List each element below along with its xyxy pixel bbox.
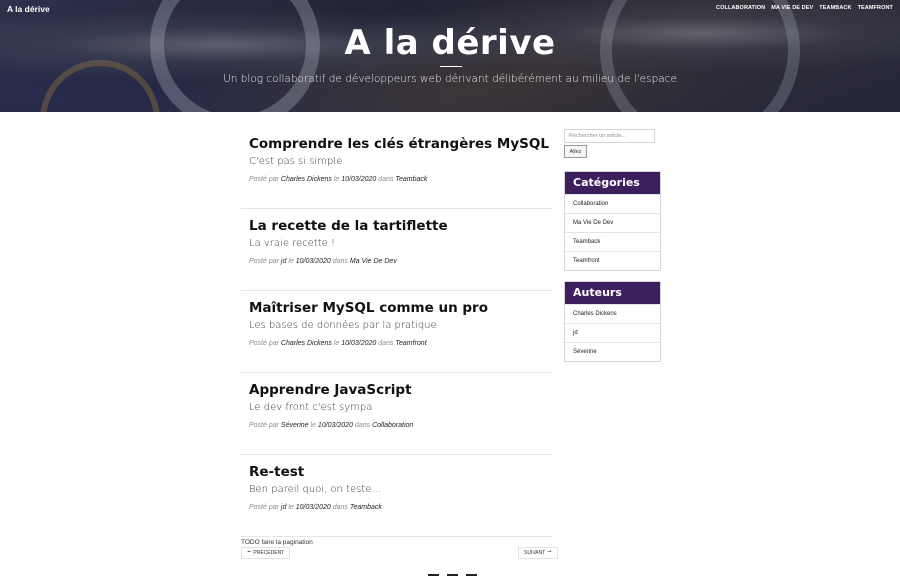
meta-label: le — [288, 258, 294, 265]
post-list: Comprendre les clés étrangères MySQL C'e… — [241, 127, 553, 537]
post-preview: Re-test Ben pareil quoi, on teste... Pos… — [241, 455, 553, 537]
nav-item-ma-vie-de-dev[interactable]: MA VIE DE DEV — [771, 5, 813, 11]
meta-label: Posté par — [249, 504, 279, 511]
post-preview: Comprendre les clés étrangères MySQL C'e… — [241, 127, 553, 209]
title-divider — [440, 66, 462, 67]
search-submit-button[interactable]: Allez — [564, 145, 587, 158]
meta-label: Posté par — [249, 422, 279, 429]
post-category-link[interactable]: Teamback — [350, 504, 382, 511]
post-author-link[interactable]: Charles Dickens — [281, 340, 332, 347]
category-item-teamback[interactable]: Teamback — [565, 232, 660, 251]
post-date: 10/03/2020 — [295, 258, 331, 265]
post-title-link[interactable]: La recette de la tartiflette — [249, 218, 448, 234]
previous-page-button[interactable]: 🠔 Précédent — [241, 547, 291, 559]
site-title: A la dérive — [344, 23, 556, 63]
post-preview: Maîtriser MySQL comme un pro Les bases d… — [241, 291, 553, 373]
categories-heading: Catégories — [565, 172, 660, 194]
post-subtitle[interactable]: Les bases de données par la pratique — [249, 320, 437, 331]
authors-widget: Auteurs Charles Dickens jd Séverine — [564, 281, 661, 362]
post-date: 10/03/2020 — [341, 176, 377, 183]
post-date: 10/03/2020 — [341, 340, 377, 347]
meta-label: le — [333, 176, 340, 183]
hero-background-shape — [40, 60, 160, 112]
post-subtitle[interactable]: Le dev front c'est sympa — [249, 402, 372, 413]
meta-label: le — [310, 422, 316, 429]
post-author-link[interactable]: Charles Dickens — [281, 176, 332, 183]
post-author-link[interactable]: Séverine — [281, 422, 309, 429]
post-preview: Apprendre JavaScript Le dev front c'est … — [241, 373, 553, 455]
arrow-right-icon: 🠖 — [547, 549, 552, 555]
meta-label: dans — [378, 176, 394, 183]
meta-label: dans — [332, 258, 348, 265]
post-subtitle[interactable]: C'est pas si simple — [249, 156, 342, 167]
post-category-link[interactable]: Ma Vie De Dev — [350, 258, 397, 265]
previous-label: Précédent — [253, 550, 285, 556]
next-label: Suivant — [524, 550, 546, 556]
arrow-left-icon: 🠔 — [247, 549, 252, 555]
author-item-jd[interactable]: jd — [565, 323, 660, 342]
post-title-link[interactable]: Comprendre les clés étrangères MySQL — [249, 136, 549, 152]
post-date: 10/03/2020 — [317, 422, 353, 429]
nav-item-teamback[interactable]: TEAMBACK — [819, 5, 851, 11]
categories-widget: Catégories Collaboration Ma Vie De Dev T… — [564, 171, 661, 271]
meta-label: Posté par — [249, 258, 279, 265]
post-meta: Posté par Charles Dickens le 10/03/2020 … — [249, 176, 427, 183]
site-subtitle: Un blog collaboratif de développeurs web… — [223, 73, 677, 85]
post-subtitle[interactable]: Ben pareil quoi, on teste... — [249, 484, 381, 495]
author-item-severine[interactable]: Séverine — [565, 342, 660, 361]
post-title-link[interactable]: Maîtriser MySQL comme un pro — [249, 300, 488, 316]
post-title-link[interactable]: Re-test — [249, 464, 304, 480]
author-item-charles-dickens[interactable]: Charles Dickens — [565, 304, 660, 323]
nav-item-collaboration[interactable]: COLLABORATION — [716, 5, 765, 11]
post-meta: Posté par Charles Dickens le 10/03/2020 … — [249, 340, 427, 347]
category-item-teamfront[interactable]: Teamfront — [565, 251, 660, 270]
meta-label: dans — [378, 340, 394, 347]
post-preview: La recette de la tartiflette La vraie re… — [241, 209, 553, 291]
category-item-collaboration[interactable]: Collaboration — [565, 194, 660, 213]
post-subtitle[interactable]: La vraie recette ! — [249, 238, 335, 249]
meta-label: dans — [332, 504, 348, 511]
post-meta: Posté par jd le 10/03/2020 dans Teamback — [249, 504, 382, 511]
post-meta: Posté par jd le 10/03/2020 dans Ma Vie D… — [249, 258, 397, 265]
meta-label: Posté par — [249, 340, 279, 347]
authors-heading: Auteurs — [565, 282, 660, 304]
meta-label: Posté par — [249, 176, 279, 183]
category-item-ma-vie-de-dev[interactable]: Ma Vie De Dev — [565, 213, 660, 232]
meta-label: dans — [354, 422, 371, 429]
search-input[interactable] — [564, 129, 655, 143]
post-meta: Posté par Séverine le 10/03/2020 dans Co… — [249, 422, 413, 429]
post-title-link[interactable]: Apprendre JavaScript — [249, 382, 412, 398]
post-author-link[interactable]: jd — [281, 504, 286, 511]
post-date: 10/03/2020 — [295, 504, 331, 511]
meta-label: le — [288, 504, 294, 511]
post-category-link[interactable]: Collaboration — [372, 422, 413, 429]
nav-item-teamfront[interactable]: TEAMFRONT — [858, 5, 893, 11]
brand-link[interactable]: A la dérive — [7, 4, 50, 14]
next-page-button[interactable]: Suivant 🠖 — [518, 547, 558, 559]
post-category-link[interactable]: Teamback — [395, 176, 427, 183]
post-category-link[interactable]: Teamfront — [395, 340, 426, 347]
top-nav: COLLABORATION MA VIE DE DEV TEAMBACK TEA… — [716, 5, 893, 11]
meta-label: le — [333, 340, 340, 347]
pagination-todo-note: TODO faire la pagination — [241, 539, 313, 546]
post-author-link[interactable]: jd — [281, 258, 286, 265]
